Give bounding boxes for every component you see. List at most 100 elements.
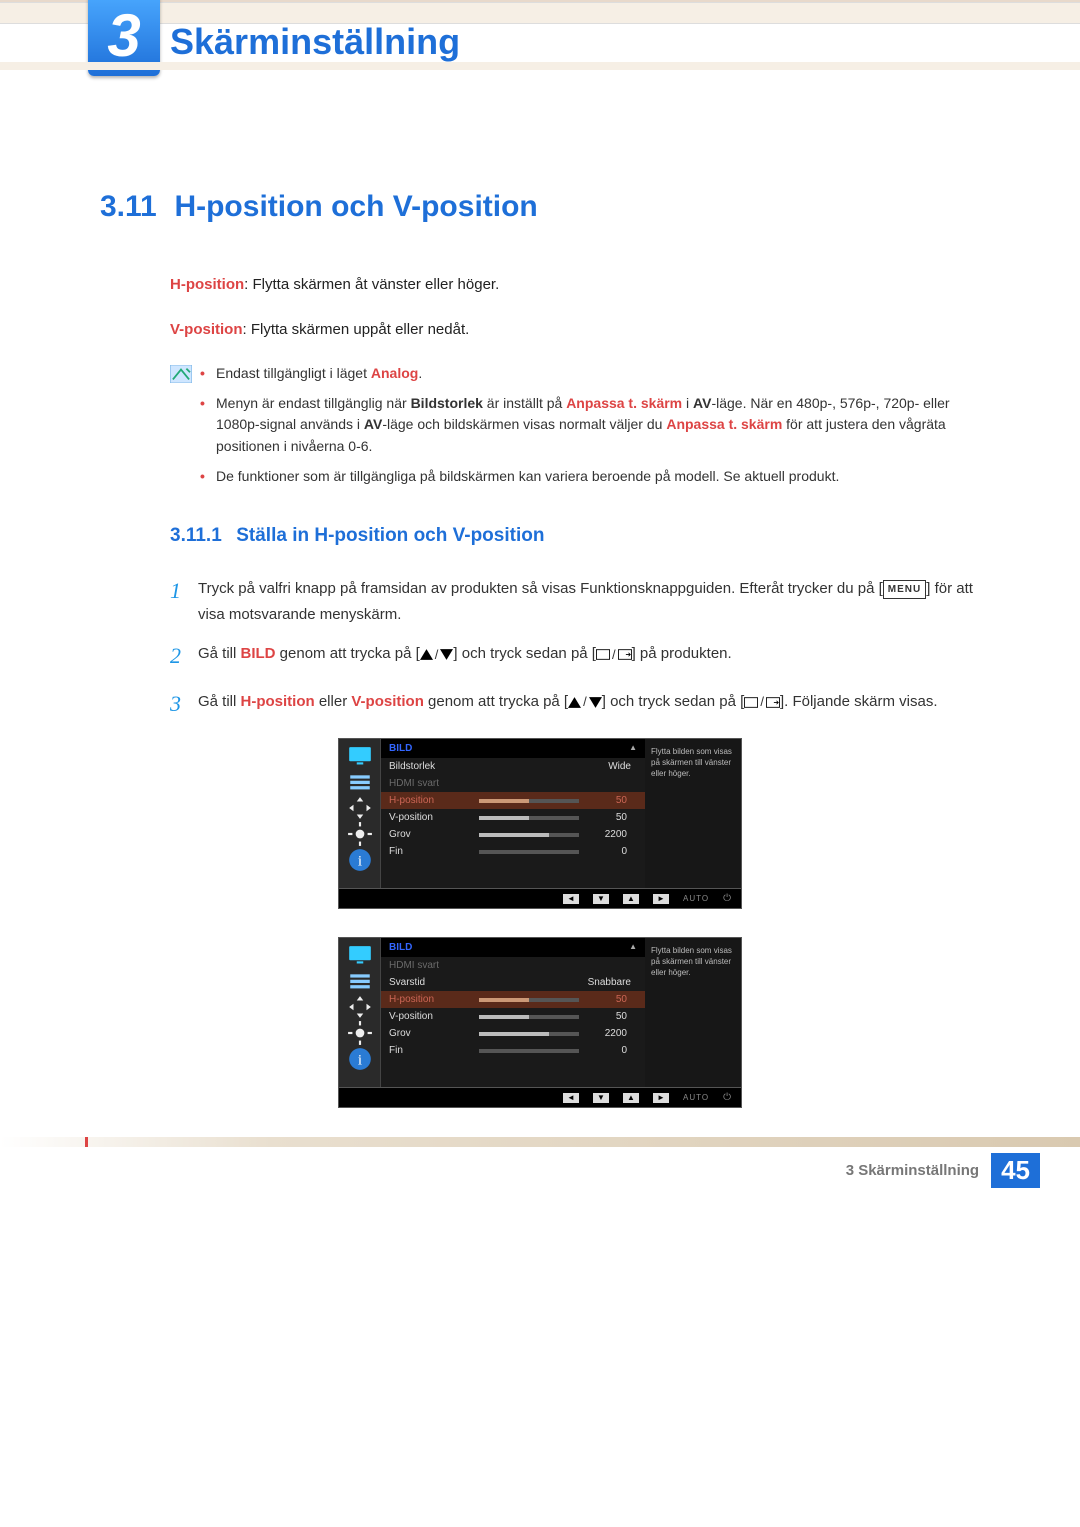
osd-row-value: 2200 [587,1028,627,1039]
section-title: H-position och V-position [174,190,537,223]
header-band: 3 Skärminställning [0,0,1080,70]
footer-divider [0,1137,1080,1147]
nav-left-icon: ◄ [563,894,579,904]
osd-slider [479,799,579,803]
osd-slider [479,998,579,1002]
step-2: 2 Gå till BILD genom att trycka på [/] o… [170,637,980,674]
bullet-icon: • [200,393,216,458]
up-arrow-icon: ▲ [629,942,637,951]
osd-row-label: V-position [389,812,479,823]
monitor-icon [347,944,373,966]
osd-menu-1: BILD▲ BildstorlekWideHDMI svart H-positio… [381,739,645,888]
osd-row: HDMI svart [381,957,645,974]
monitor-icon [347,745,373,767]
section-heading: 3.11 H-position och V-position [100,190,980,224]
bullet-icon: • [200,466,216,488]
nav-left-icon: ◄ [563,1093,579,1103]
list-icon [347,771,373,793]
note-item-3: • De funktioner som är tillgängliga på b… [200,466,980,488]
page-number: 45 [991,1153,1040,1188]
h-position-text: : Flytta skärmen åt vänster eller höger. [244,276,499,293]
auto-label: AUTO [683,1093,709,1102]
up-down-key-icon: / [420,644,454,666]
h-position-label: H-position [170,276,244,293]
osd-tab: BILD▲ [381,739,645,758]
osd-row-label: Bildstorlek [389,761,479,772]
osd-row: H-position50 [381,991,645,1008]
osd-menu-2: BILD▲ HDMI svartSvarstidSnabbareH-positi… [381,938,645,1087]
info-icon: i [347,849,373,871]
osd-side-icons: i [339,938,381,1087]
osd-row: Fin 0 [381,1042,645,1059]
osd-row-value: Wide [479,761,637,772]
osd-row-label: V-position [389,1011,479,1022]
step-number: 2 [170,637,198,674]
subsection-heading: 3.11.1 Ställa in H-position och V-positi… [170,525,980,547]
power-icon: ⏻ [723,893,731,904]
section-number: 3.11 [100,190,170,224]
note-item-1: • Endast tillgängligt i läget Analog. [200,363,980,385]
osd-nav-bar: ◄ ▼ ▲ ► AUTO ⏻ [338,889,742,909]
footer-text: 3 Skärminställning [846,1162,979,1179]
osd-slider [479,850,579,854]
source-key-icon: / [744,691,780,713]
menu-key-icon: MENU [883,580,926,599]
step-3: 3 Gå till H-position eller V-position ge… [170,685,980,722]
gear-icon [347,1022,373,1044]
footer: 3 Skärminställning 45 [0,1137,1080,1208]
osd-row: SvarstidSnabbare [381,974,645,991]
osd-row-value: 0 [587,1045,627,1056]
v-position-text: : Flytta skärmen uppåt eller nedåt. [243,321,470,338]
osd-row-label: HDMI svart [389,778,479,789]
nav-up-icon: ▲ [623,894,639,904]
osd-row-value: 2200 [587,829,627,840]
svg-text:i: i [357,1052,361,1069]
osd-row-value: Snabbare [479,977,637,988]
chapter-title: Skärminställning [170,21,460,63]
page: 3 Skärminställning 3.11 H-position och V… [0,0,1080,1208]
osd-row-label: Svarstid [389,977,479,988]
osd-slider [479,1032,579,1036]
up-arrow-icon: ▲ [629,743,637,752]
osd-help-text: Flytta bilden som visas på skärmen till … [645,938,741,1087]
osd-nav-bar: ◄ ▼ ▲ ► AUTO ⏻ [338,1088,742,1108]
osd-row: Fin0 [381,843,645,860]
arrows-icon [347,797,373,819]
osd-row: H-position 50 [381,792,645,809]
steps-list: 1 Tryck på valfri knapp på framsidan av … [170,572,980,722]
osd-slider [479,1049,579,1053]
auto-label: AUTO [683,894,709,903]
osd-row-value: 0 [587,846,627,857]
osd-help-text: Flytta bilden som visas på skärmen till … [645,739,741,888]
osd-screenshot-1: i BILD▲ BildstorlekWideHDMI svart H-posit… [338,738,742,909]
osd-row: Grov 2200 [381,826,645,843]
source-key-icon: / [596,644,632,666]
osd-row-value: 50 [587,795,627,806]
osd-slider [479,816,579,820]
osd-row-label: Grov [389,829,479,840]
nav-right-icon: ► [653,1093,669,1103]
subsection-number: 3.11.1 [170,525,222,547]
osd-side-icons: i [339,739,381,888]
arrows-icon [347,996,373,1018]
step-number: 1 [170,572,198,627]
note-icon [170,363,200,495]
step-1: 1 Tryck på valfri knapp på framsidan av … [170,572,980,627]
chapter-number-badge: 3 [88,0,160,76]
osd-row: V-position50 [381,809,645,826]
osd-row: Grov2200 [381,1025,645,1042]
osd-slider [479,1015,579,1019]
content: 3.11 H-position och V-position H-positio… [0,70,1080,1108]
note-block: • Endast tillgängligt i läget Analog. • … [170,363,980,495]
step-number: 3 [170,685,198,722]
up-down-key-icon: / [568,691,602,713]
osd-slider [479,833,579,837]
osd-row-label: Fin [389,1045,479,1056]
osd-tab: BILD▲ [381,938,645,957]
osd-row-label: H-position [389,795,479,806]
osd-screenshot-2: i BILD▲ HDMI svartSvarstidSnabbareH-posi… [338,937,742,1108]
osd-row-label: HDMI svart [389,960,479,971]
v-position-description: V-position: Flytta skärmen uppåt eller n… [170,319,980,342]
h-position-description: H-position: Flytta skärmen åt vänster el… [170,274,980,297]
subsection-title: Ställa in H-position och V-position [236,525,544,546]
